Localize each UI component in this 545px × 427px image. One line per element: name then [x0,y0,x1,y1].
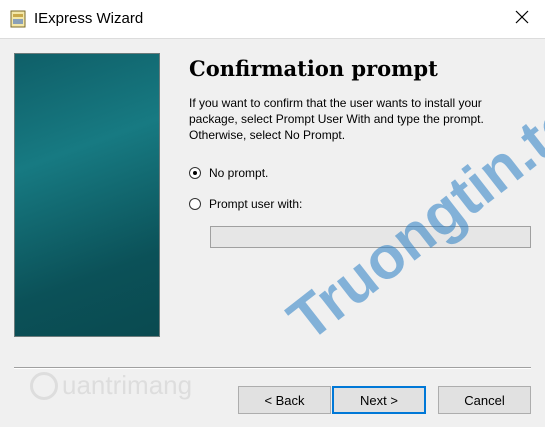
title-bar: IExpress Wizard [0,0,545,39]
no-prompt-radio[interactable] [189,167,201,179]
next-button[interactable]: Next > [332,386,426,414]
no-prompt-label: No prompt. [209,166,269,180]
window-title: IExpress Wizard [34,10,144,27]
prompt-user-label: Prompt user with: [209,197,303,211]
close-button[interactable] [499,0,545,38]
wizard-banner-image [14,53,160,337]
watermark-left-text: uantrimang [62,370,193,400]
iexpress-app-icon [10,10,26,28]
watermark-logo-icon [30,371,58,400]
page-title: Confirmation prompt [189,56,438,81]
cancel-button[interactable]: Cancel [438,386,531,414]
prompt-user-option[interactable]: Prompt user with: [189,197,302,211]
page-description: If you want to confirm that the user wan… [189,96,484,142]
footer-separator [14,367,531,369]
no-prompt-option[interactable]: No prompt. [189,166,268,180]
back-button[interactable]: < Back [238,386,331,414]
prompt-user-radio[interactable] [189,198,201,210]
close-icon [515,10,529,29]
quantrimang-watermark: uantrimang [30,370,192,401]
